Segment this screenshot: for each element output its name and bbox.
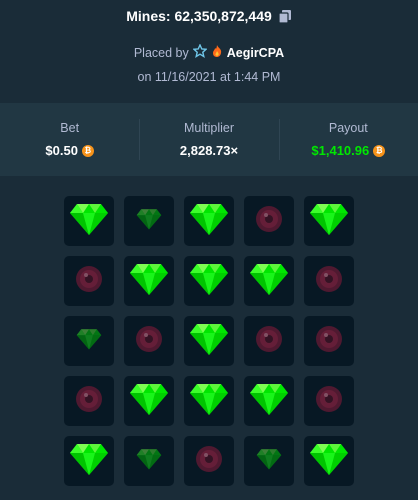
payout-value: $1,410.96	[311, 143, 370, 158]
gem-unrevealed-icon	[136, 208, 162, 235]
bet-date: on 11/16/2021 at 1:44 PM	[137, 70, 281, 84]
star-badge-icon	[192, 43, 208, 61]
stats-panel: Bet $0.50 ₿ Multiplier 2,828.73× Payout …	[0, 103, 418, 176]
mines-tile	[64, 316, 114, 366]
gem-icon	[309, 442, 349, 481]
mines-tile	[304, 256, 354, 306]
placed-by-row: Placed by AegirCPA	[0, 43, 418, 61]
mines-tile	[184, 256, 234, 306]
mines-tile	[64, 196, 114, 246]
mines-tile	[304, 196, 354, 246]
mines-tile	[124, 316, 174, 366]
gem-icon	[129, 382, 169, 421]
bet-value: $0.50	[45, 143, 78, 158]
gem-icon	[249, 382, 289, 421]
bitcoin-icon: ₿	[81, 144, 94, 157]
mine-icon	[75, 385, 103, 418]
stat-multiplier: Multiplier 2,828.73×	[139, 103, 278, 176]
mine-icon	[255, 205, 283, 238]
gem-icon	[69, 442, 109, 481]
gem-icon	[189, 322, 229, 361]
gem-icon	[249, 262, 289, 301]
mines-tile	[304, 376, 354, 426]
bet-title: Mines: 62,350,872,449	[126, 8, 272, 24]
mine-icon	[315, 325, 343, 358]
mine-icon	[75, 265, 103, 298]
gem-icon	[69, 202, 109, 241]
stat-bet: Bet $0.50 ₿	[0, 103, 139, 176]
mine-icon	[135, 325, 163, 358]
placed-by-label: Placed by	[133, 45, 189, 60]
mines-tile	[64, 256, 114, 306]
mines-tile	[124, 196, 174, 246]
gem-icon	[129, 262, 169, 301]
gem-unrevealed-icon	[76, 328, 102, 355]
bet-value-row: $0.50 ₿	[45, 143, 94, 158]
payout-value-row: $1,410.96 ₿	[311, 143, 386, 158]
mines-tile	[124, 376, 174, 426]
mines-tile	[124, 256, 174, 306]
username-link[interactable]: AegirCPA	[227, 46, 284, 60]
multiplier-value: 2,828.73×	[179, 143, 239, 158]
mines-grid	[64, 196, 354, 486]
mines-tile	[64, 436, 114, 486]
mines-tile	[244, 436, 294, 486]
gem-icon	[309, 202, 349, 241]
mines-tile	[184, 196, 234, 246]
mines-tile	[124, 436, 174, 486]
mines-tile	[304, 436, 354, 486]
mines-tile	[64, 376, 114, 426]
mines-tile	[184, 436, 234, 486]
gem-icon	[189, 262, 229, 301]
multiplier-label: Multiplier	[183, 121, 234, 135]
mines-tile	[244, 256, 294, 306]
mines-tile	[244, 196, 294, 246]
bet-label: Bet	[60, 121, 80, 135]
mines-tile	[244, 316, 294, 366]
mine-icon	[195, 445, 223, 478]
mines-tile	[304, 316, 354, 366]
mines-tile	[184, 316, 234, 366]
gem-unrevealed-icon	[256, 448, 282, 475]
gem-icon	[189, 202, 229, 241]
mine-icon	[315, 265, 343, 298]
mine-icon	[315, 385, 343, 418]
title-row: Mines: 62,350,872,449	[0, 8, 418, 24]
copy-icon[interactable]	[278, 9, 292, 24]
payout-label: Payout	[328, 121, 368, 135]
flame-icon	[211, 44, 223, 61]
stat-payout: Payout $1,410.96 ₿	[278, 103, 418, 176]
mines-tile	[244, 376, 294, 426]
gem-unrevealed-icon	[136, 448, 162, 475]
gem-icon	[189, 382, 229, 421]
mines-tile	[184, 376, 234, 426]
bitcoin-icon: ₿	[373, 144, 386, 157]
mine-icon	[255, 325, 283, 358]
